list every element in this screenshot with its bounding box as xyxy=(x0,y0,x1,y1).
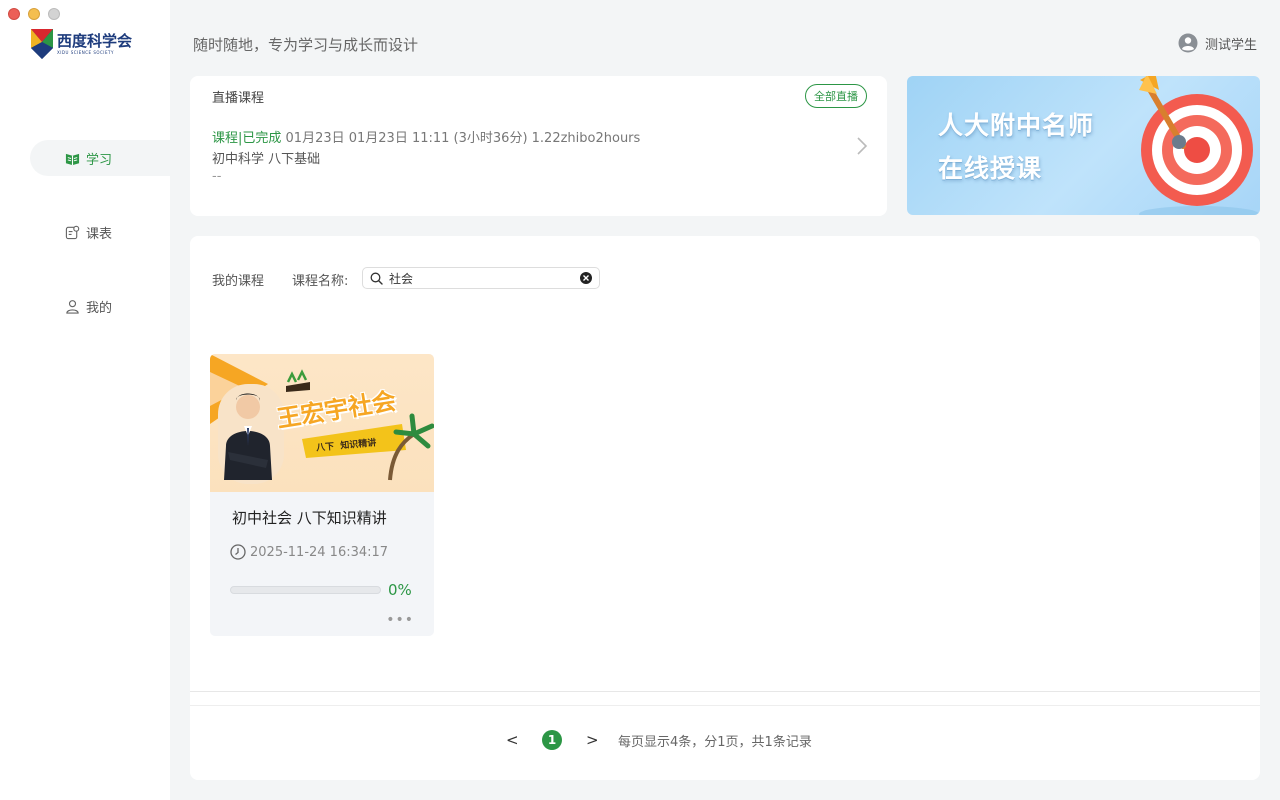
live-course-name: 初中科学 八下基础 xyxy=(212,152,321,167)
clock-icon xyxy=(230,544,246,560)
sidebar-item-label: 课表 xyxy=(86,226,113,242)
sidebar-item-label: 我的 xyxy=(86,300,113,316)
course-thumbnail: 王宏宇社会 八下 知识精讲 xyxy=(210,354,434,492)
logo-name: 西度科学会 xyxy=(57,32,133,50)
sidebar-item-study[interactable]: 学习 xyxy=(30,140,170,176)
pagination-info: 每页显示4条，分1页，共1条记录 xyxy=(618,734,812,750)
next-page-button[interactable]: > xyxy=(586,731,599,749)
page-number-1[interactable]: 1 xyxy=(542,730,562,750)
pagination: < 1 > 每页显示4条，分1页，共1条记录 xyxy=(506,730,812,750)
search-icon xyxy=(370,272,383,285)
close-window-button[interactable] xyxy=(8,8,20,20)
zoom-window-button[interactable] xyxy=(48,8,60,20)
user-name: 测试学生 xyxy=(1204,37,1257,53)
sidebar: 西度科学会 XIDU SCIENCE SOCIETY 学习 课表 我的 xyxy=(0,0,170,800)
clear-search-icon[interactable] xyxy=(580,272,592,284)
live-course-card: 直播课程 全部直播 课程|已完成 01月23日 01月23日 11:11 (3小… xyxy=(190,76,887,216)
progress-bar xyxy=(230,586,381,594)
all-live-button[interactable]: 全部直播 xyxy=(805,84,867,108)
slogan: 随时随地，专为学习与成长而设计 xyxy=(193,36,419,54)
window-controls xyxy=(8,8,60,20)
schedule-icon xyxy=(65,225,80,239)
book-icon xyxy=(65,153,80,165)
prev-page-button[interactable]: < xyxy=(506,731,519,749)
my-courses-panel: 我的课程 课程名称: 社会 王宏宇社会 八下 知识精讲 初中社会 八下知识精讲 … xyxy=(190,236,1260,780)
target-dart-icon xyxy=(1139,76,1259,215)
divider xyxy=(190,691,1260,692)
divider xyxy=(190,705,1260,706)
avatar-icon xyxy=(1178,33,1198,53)
course-search-input[interactable] xyxy=(389,271,569,285)
user-icon xyxy=(66,299,79,314)
live-section-title: 直播课程 xyxy=(212,91,265,106)
search-label: 课程名称: xyxy=(292,274,349,289)
banner-subtitle: 在线授课 xyxy=(938,154,1043,183)
logo-subtitle: XIDU SCIENCE SOCIETY xyxy=(57,50,114,55)
logo: 西度科学会 XIDU SCIENCE SOCIETY xyxy=(30,28,132,60)
logo-emblem-icon xyxy=(31,29,53,59)
chevron-right-icon[interactable] xyxy=(855,136,869,156)
live-course-extra: -- xyxy=(212,169,222,184)
minimize-window-button[interactable] xyxy=(28,8,40,20)
live-course-info[interactable]: 课程|已完成 01月23日 01月23日 11:11 (3小时36分) 1.22… xyxy=(212,127,640,146)
live-status: 课程|已完成 xyxy=(212,131,282,146)
banner-title: 人大附中名师 xyxy=(938,111,1095,140)
progress-percent: 0% xyxy=(388,581,412,599)
live-time-info: 01月23日 01月23日 11:11 (3小时36分) 1.22zhibo2h… xyxy=(285,131,641,146)
sidebar-item-label: 学习 xyxy=(86,152,113,168)
sidebar-item-mine[interactable]: 我的 xyxy=(30,288,170,324)
more-options-icon[interactable]: ••• xyxy=(386,613,414,627)
my-courses-title: 我的课程 xyxy=(212,274,265,289)
course-time: 2025-11-24 16:34:17 xyxy=(230,544,388,560)
promo-banner[interactable]: 人大附中名师 在线授课 xyxy=(907,76,1260,215)
course-title: 初中社会 八下知识精讲 xyxy=(232,509,387,527)
course-time-text: 2025-11-24 16:34:17 xyxy=(250,544,389,560)
course-search-box[interactable] xyxy=(362,267,600,289)
sidebar-item-schedule[interactable]: 课表 xyxy=(30,214,170,250)
course-card[interactable]: 王宏宇社会 八下 知识精讲 初中社会 八下知识精讲 2025-11-24 16:… xyxy=(210,354,434,636)
user-menu[interactable]: 测试学生 xyxy=(1178,33,1257,53)
